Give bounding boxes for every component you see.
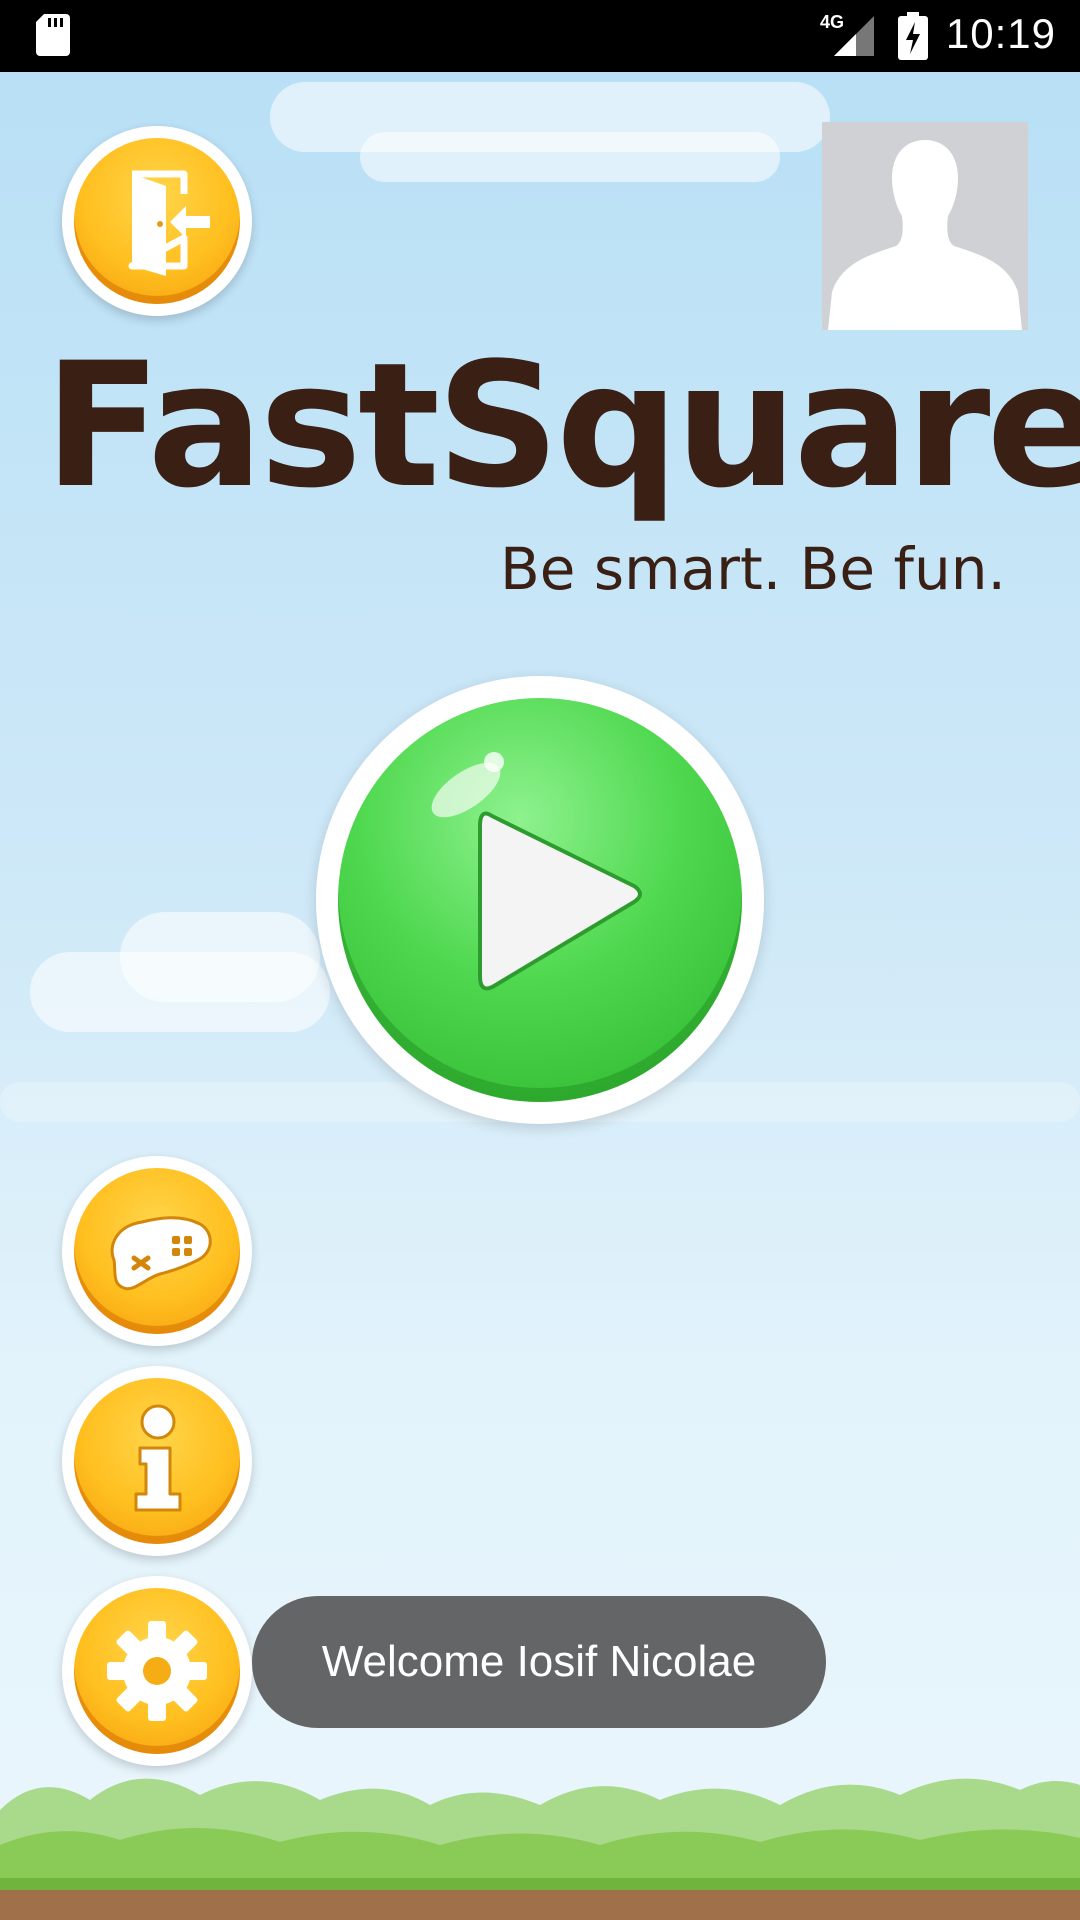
- info-button[interactable]: [62, 1366, 252, 1556]
- network-label: 4G: [820, 12, 844, 32]
- app-title: FastSquare: [44, 325, 1080, 526]
- sd-card-icon: [36, 14, 70, 56]
- play-icon: [431, 752, 642, 991]
- games-button[interactable]: [62, 1156, 252, 1346]
- gamepad-icon: [110, 1216, 212, 1291]
- welcome-toast: Welcome Iosif Nicolae: [252, 1596, 826, 1728]
- status-bar: 4G 10:19: [0, 0, 1080, 72]
- info-icon: [134, 1404, 182, 1512]
- hills-ground: [0, 1778, 1080, 1920]
- exit-button[interactable]: [62, 126, 252, 316]
- cloud: [360, 132, 780, 182]
- gear-icon: [107, 1621, 207, 1721]
- signal-4g-icon: 4G: [820, 12, 874, 56]
- exit-door-icon: [128, 170, 210, 276]
- cloud: [120, 912, 320, 1002]
- battery-charging-icon: [898, 12, 928, 60]
- clock: 10:19: [945, 10, 1056, 57]
- app-tagline: Be smart. Be fun.: [500, 535, 1006, 603]
- settings-button[interactable]: [62, 1576, 252, 1766]
- user-avatar-icon[interactable]: [822, 122, 1028, 330]
- play-button[interactable]: [316, 676, 764, 1124]
